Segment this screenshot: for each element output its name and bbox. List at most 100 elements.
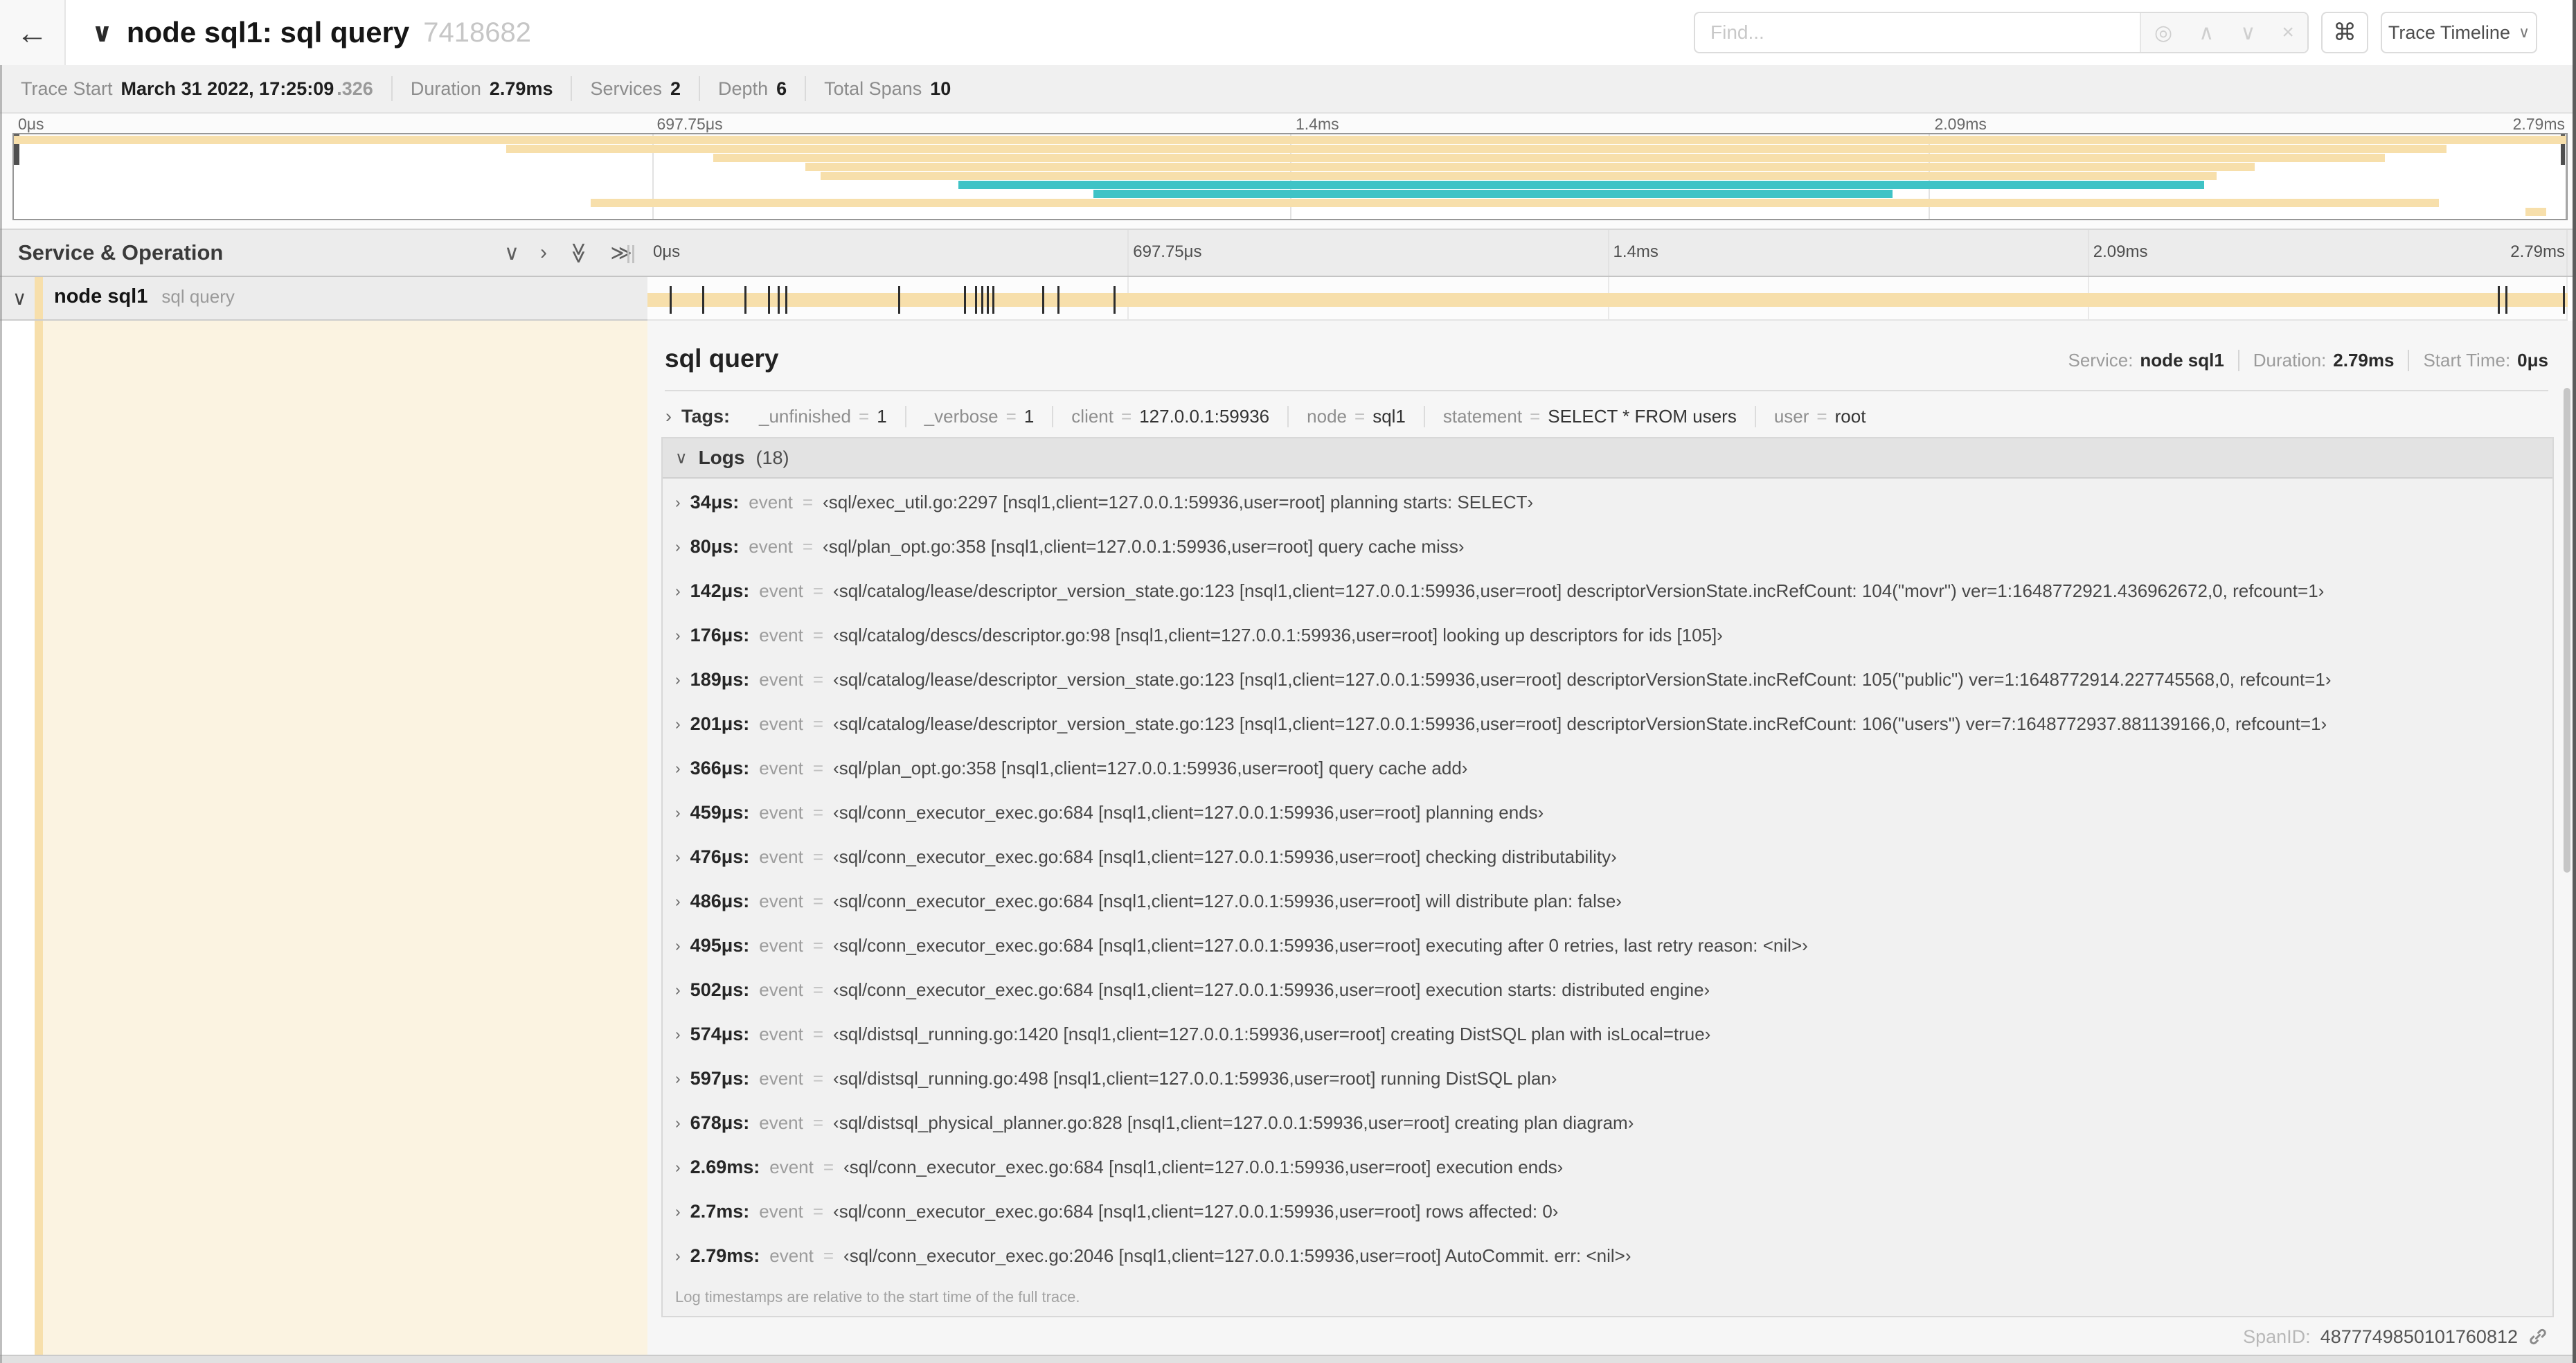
tag-key: statement xyxy=(1442,405,1523,427)
log-row[interactable]: › 34μs: event = ‹sql/exec_util.go:2297 [… xyxy=(663,480,2552,524)
minimap-tick-labels: 0μs 697.75μs 1.4ms 2.09ms 2.79ms xyxy=(12,115,2568,133)
log-equals: = xyxy=(823,1156,834,1177)
summary-value: 6 xyxy=(776,78,787,99)
tag-item[interactable]: statement = SELECT * FROM users xyxy=(1425,405,1756,427)
log-message: ‹sql/conn_executor_exec.go:684 [nsql1,cl… xyxy=(833,979,1710,1000)
log-field-key: event xyxy=(759,1067,803,1089)
log-row[interactable]: › 80μs: event = ‹sql/plan_opt.go:358 [ns… xyxy=(663,524,2552,569)
span-bar-cell[interactable] xyxy=(647,277,2568,321)
log-equals: = xyxy=(802,491,814,513)
span-operation-name: sql query xyxy=(161,286,235,307)
log-message: ‹sql/conn_executor_exec.go:684 [nsql1,cl… xyxy=(833,890,1622,911)
chevron-right-icon: › xyxy=(675,1024,681,1043)
span-duration-bar[interactable] xyxy=(647,293,2568,307)
axis-tick-label: 2.79ms xyxy=(2512,115,2565,133)
log-row[interactable]: › 2.69ms: event = ‹sql/conn_executor_exe… xyxy=(663,1145,2552,1189)
log-row[interactable]: › 2.79ms: event = ‹sql/conn_executor_exe… xyxy=(663,1233,2552,1276)
log-row[interactable]: › 201μs: event = ‹sql/catalog/lease/desc… xyxy=(663,702,2552,746)
expand-one-icon[interactable]: › xyxy=(540,241,547,265)
summary-label: Trace Start xyxy=(21,78,113,99)
tag-equals: = xyxy=(1816,405,1827,427)
back-button[interactable]: ← xyxy=(0,0,66,65)
log-row[interactable]: › 176μs: event = ‹sql/catalog/descs/desc… xyxy=(663,613,2552,657)
deep-link-icon[interactable] xyxy=(2528,1326,2548,1347)
tag-value: 127.0.0.1:59936 xyxy=(1139,405,1270,427)
log-field-key: event xyxy=(759,801,803,823)
find-input[interactable] xyxy=(1695,13,2140,52)
keyboard-shortcuts-button[interactable]: ⌘ xyxy=(2321,12,2368,53)
collapse-all-icon[interactable]: ≫ xyxy=(566,242,591,263)
tag-item[interactable]: _unfinished = 1 xyxy=(741,405,906,427)
axis-tick-label: 2.79ms xyxy=(2510,242,2565,261)
log-message: ‹sql/plan_opt.go:358 [nsql1,client=127.0… xyxy=(823,535,1465,557)
log-field-key: event xyxy=(759,846,803,867)
summary-value: 10 xyxy=(930,78,951,99)
log-row[interactable]: › 189μs: event = ‹sql/catalog/lease/desc… xyxy=(663,657,2552,702)
next-match-icon[interactable]: ∨ xyxy=(2240,21,2255,45)
horizontal-scrollbar-track[interactable] xyxy=(0,1355,2576,1363)
tag-item[interactable]: _verbose = 1 xyxy=(906,405,1054,427)
chevron-right-icon: › xyxy=(675,581,681,600)
axis-gridline xyxy=(1127,230,1129,276)
log-field-key: event xyxy=(759,1023,803,1044)
detail-operation-title: sql query xyxy=(665,344,779,373)
tags-accordion[interactable]: › Tags: _unfinished = 1 _verbose = 1 cli… xyxy=(659,400,2548,433)
log-row[interactable]: › 502μs: event = ‹sql/conn_executor_exec… xyxy=(663,968,2552,1012)
span-row: ∨ node sql1 sql query xyxy=(0,277,2576,321)
log-field-key: event xyxy=(759,757,803,778)
log-row[interactable]: › 476μs: event = ‹sql/conn_executor_exec… xyxy=(663,835,2552,879)
axis-gridline xyxy=(2566,230,2568,276)
tag-item[interactable]: user = root xyxy=(1756,406,1884,427)
log-timestamp: 574μs: xyxy=(690,1023,750,1044)
log-row[interactable]: › 678μs: event = ‹sql/distsql_physical_p… xyxy=(663,1101,2552,1145)
span-collapse-icon[interactable]: ∨ xyxy=(12,287,27,310)
tag-item[interactable]: node = sql1 xyxy=(1289,405,1425,427)
log-row[interactable]: › 459μs: event = ‹sql/conn_executor_exec… xyxy=(663,790,2552,835)
chevron-right-icon: › xyxy=(675,891,681,910)
log-row[interactable]: › 495μs: event = ‹sql/conn_executor_exec… xyxy=(663,923,2552,968)
log-equals: = xyxy=(812,801,824,823)
spanid-label: SpanID: xyxy=(2243,1326,2311,1347)
prev-match-icon[interactable]: ∧ xyxy=(2199,21,2214,45)
tag-key: _unfinished xyxy=(759,405,852,427)
axis-gridline xyxy=(2087,230,2089,276)
clear-find-icon[interactable]: × xyxy=(2282,21,2294,44)
meta-value: node sql1 xyxy=(2140,350,2224,371)
summary-suffix: .326 xyxy=(337,78,373,99)
vertical-scrollbar[interactable] xyxy=(2564,388,2570,873)
log-field-key: event xyxy=(759,890,803,911)
service-color-stripe xyxy=(35,277,43,319)
trace-collapse-toggle-icon[interactable]: ∨ xyxy=(91,17,113,48)
log-equals: = xyxy=(823,1245,834,1266)
chevron-right-icon: › xyxy=(675,980,681,999)
collapse-one-icon[interactable]: ∨ xyxy=(504,241,519,265)
log-timestamp: 2.7ms: xyxy=(690,1200,750,1222)
title-area: ∨ node sql1: sql query 7418682 xyxy=(91,0,531,65)
trace-view-select[interactable]: Trace Timeline ∨ xyxy=(2381,12,2537,53)
log-row[interactable]: › 2.7ms: event = ‹sql/conn_executor_exec… xyxy=(663,1189,2552,1233)
log-row[interactable]: › 574μs: event = ‹sql/distsql_running.go… xyxy=(663,1012,2552,1056)
tag-item[interactable]: client = 127.0.0.1:59936 xyxy=(1053,405,1289,427)
log-row[interactable]: › 597μs: event = ‹sql/distsql_running.go… xyxy=(663,1056,2552,1101)
minimap-canvas[interactable] xyxy=(12,133,2568,220)
log-row[interactable]: › 366μs: event = ‹sql/plan_opt.go:358 [n… xyxy=(663,746,2552,790)
log-row[interactable]: › 486μs: event = ‹sql/conn_executor_exec… xyxy=(663,879,2552,923)
focus-match-icon[interactable]: ◎ xyxy=(2154,21,2172,45)
log-timestamp: 80μs: xyxy=(690,535,740,557)
minimap-span-bar xyxy=(958,181,2204,189)
log-row[interactable]: › 142μs: event = ‹sql/catalog/lease/desc… xyxy=(663,569,2552,613)
tags-label: Tags: xyxy=(681,405,731,427)
log-equals: = xyxy=(802,535,814,557)
log-equals: = xyxy=(812,1023,824,1044)
chevron-right-icon: › xyxy=(675,492,681,511)
axis-tick-label: 0μs xyxy=(18,115,44,133)
trace-summary-item: Duration 2.79ms xyxy=(391,76,571,101)
axis-tick-label: 697.75μs xyxy=(1133,242,1202,261)
span-detail-panel: sql query Service: node sql1 Duration: 2… xyxy=(647,321,2576,1355)
log-message: ‹sql/exec_util.go:2297 [nsql1,client=127… xyxy=(823,491,1534,513)
minimap-span-bar xyxy=(506,145,2447,153)
span-name-cell[interactable]: ∨ node sql1 sql query xyxy=(0,277,647,321)
logs-header[interactable]: ∨ Logs (18) xyxy=(663,438,2552,479)
logs-accordion: ∨ Logs (18) › 34μs: event = ‹sql/exec_ut… xyxy=(661,437,2554,1317)
column-resizer-handle[interactable] xyxy=(627,245,637,263)
